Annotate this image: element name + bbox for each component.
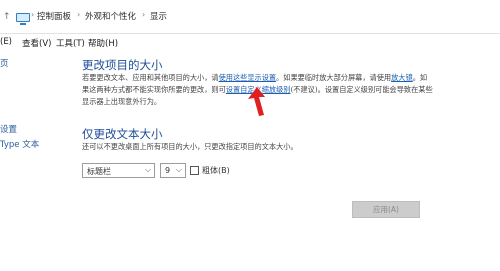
text-segment: 果这两种方式都不能实现你所要的更改，则可 [82, 85, 226, 94]
menu-edit[interactable]: (E) [0, 37, 12, 47]
text-segment: 。如 [412, 73, 428, 82]
menu-view[interactable]: 查看(V) [22, 37, 51, 49]
breadcrumb-display[interactable]: 显示 [150, 10, 167, 22]
change-text-size-heading: 仅更改文本大小 [82, 127, 163, 141]
annotation-arrow-icon [248, 87, 265, 116]
sidebar-item-cleartype[interactable]: Type 文本 [0, 138, 39, 150]
font-size-value: 9 [165, 166, 171, 175]
item-select[interactable]: 标题栏 ⌵ [82, 163, 155, 178]
breadcrumb-appearance[interactable]: 外观和个性化 [85, 10, 136, 22]
sidebar-item-home[interactable]: 页 [0, 57, 9, 69]
display-settings-link[interactable]: 使用这些显示设置 [219, 73, 277, 82]
font-size-select[interactable]: 9 ⌵ [160, 163, 186, 178]
breadcrumb-control-panel[interactable]: 控制面板 [37, 10, 71, 22]
apply-button[interactable]: 应用(A) [352, 201, 420, 218]
change-size-line3: 显示器上出现意外行为。 [82, 97, 162, 106]
menu-bar: (E) 查看(V) 工具(T) 帮助(H) [0, 34, 500, 50]
menu-help[interactable]: 帮助(H) [88, 37, 118, 49]
up-arrow-icon[interactable]: ↑ [3, 12, 11, 22]
text-segment: (不建议)。设置自定义级别可能会导致在某些 [290, 85, 433, 94]
text-segment: 若要更改文本、应用和其他项目的大小，请 [82, 73, 219, 82]
text-segment: 。如果要临时放大部分屏幕，请使用 [276, 73, 392, 82]
breadcrumb-separator-icon: › [31, 10, 35, 19]
sidebar-item-settings[interactable]: 设置 [0, 123, 17, 135]
menu-tools[interactable]: 工具(T) [56, 37, 85, 49]
change-size-heading: 更改项目的大小 [82, 58, 163, 72]
item-select-value: 标题栏 [87, 167, 111, 176]
address-bar: ↑ › 控制面板 › 外观和个性化 › 显示 [0, 0, 500, 34]
magnifier-link[interactable]: 放大镜 [391, 73, 413, 82]
display-monitor-icon [16, 13, 30, 25]
breadcrumb-separator-icon: › [142, 10, 146, 19]
change-size-line1: 若要更改文本、应用和其他项目的大小，请使用这些显示设置。如果要临时放大部分屏幕，… [82, 72, 427, 84]
bold-checkbox[interactable] [190, 166, 199, 175]
chevron-down-icon: ⌵ [175, 165, 182, 174]
bold-checkbox-label[interactable]: 粗体(B) [202, 165, 230, 176]
breadcrumb-separator-icon: › [77, 10, 81, 19]
chevron-down-icon: ⌵ [144, 165, 151, 174]
change-text-size-desc: 还可以不更改桌面上所有项目的大小，只更改指定项目的文本大小。 [82, 142, 298, 151]
